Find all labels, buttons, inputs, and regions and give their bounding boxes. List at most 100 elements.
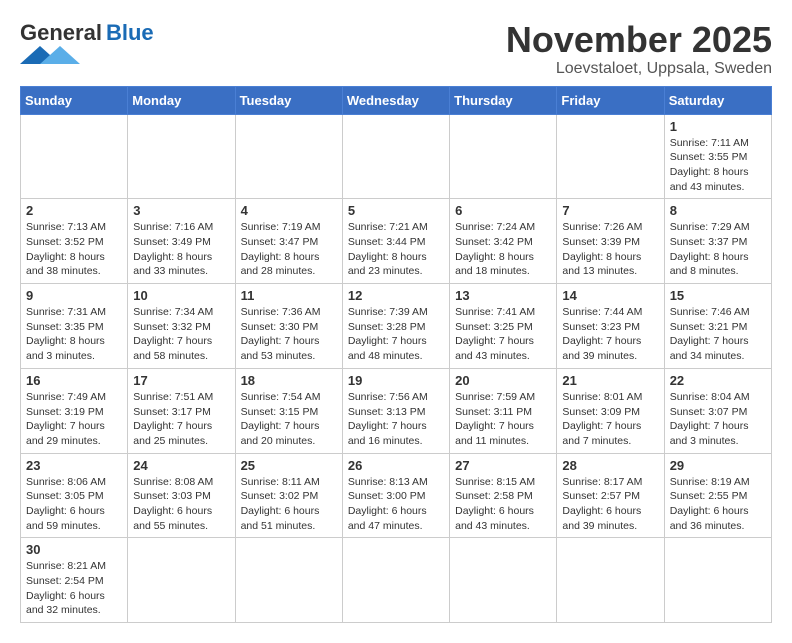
day-info: Sunrise: 8:15 AM Sunset: 2:58 PM Dayligh… [455,475,551,534]
calendar-day-header: Monday [128,86,235,114]
day-number: 10 [133,288,229,303]
day-info: Sunrise: 7:41 AM Sunset: 3:25 PM Dayligh… [455,305,551,364]
day-info: Sunrise: 7:59 AM Sunset: 3:11 PM Dayligh… [455,390,551,449]
day-info: Sunrise: 8:19 AM Sunset: 2:55 PM Dayligh… [670,475,766,534]
day-number: 5 [348,203,444,218]
location-title: Loevstaloet, Uppsala, Sweden [506,60,772,78]
day-number: 3 [133,203,229,218]
calendar-cell: 26Sunrise: 8:13 AM Sunset: 3:00 PM Dayli… [342,453,449,538]
calendar-day-header: Friday [557,86,664,114]
day-info: Sunrise: 7:24 AM Sunset: 3:42 PM Dayligh… [455,220,551,279]
calendar-cell [235,538,342,623]
logo-general-text: General [20,20,102,46]
calendar-cell: 11 Sunrise: 7:36 AM Sunset: 3:30 PM Dayli… [235,284,342,369]
calendar-cell: 13Sunrise: 7:41 AM Sunset: 3:25 PM Dayli… [450,284,557,369]
calendar-cell [128,114,235,199]
day-number: 25 [241,458,337,473]
day-info: Sunrise: 7:34 AM Sunset: 3:32 PM Dayligh… [133,305,229,364]
calendar-cell: 15Sunrise: 7:46 AM Sunset: 3:21 PM Dayli… [664,284,771,369]
calendar-cell: 22Sunrise: 8:04 AM Sunset: 3:07 PM Dayli… [664,368,771,453]
day-info: Sunrise: 8:21 AM Sunset: 2:54 PM Dayligh… [26,559,122,618]
day-number: 19 [348,373,444,388]
day-info: Sunrise: 7:56 AM Sunset: 3:13 PM Dayligh… [348,390,444,449]
calendar-week-row: 23 Sunrise: 8:06 AM Sunset: 3:05 PM Dayli… [21,453,772,538]
calendar-week-row: 1 Sunrise: 7:11 AM Sunset: 3:55 PM Daylig… [21,114,772,199]
day-number: 20 [455,373,551,388]
day-number: 21 [562,373,658,388]
calendar-cell: 25Sunrise: 8:11 AM Sunset: 3:02 PM Dayli… [235,453,342,538]
calendar-cell [450,114,557,199]
day-info: Sunrise: 7:39 AM Sunset: 3:28 PM Dayligh… [348,305,444,364]
day-info: Sunrise: 7:16 AM Sunset: 3:49 PM Dayligh… [133,220,229,279]
calendar-cell [450,538,557,623]
day-number: 14 [562,288,658,303]
calendar-day-header: Saturday [664,86,771,114]
calendar-table: SundayMondayTuesdayWednesdayThursdayFrid… [20,86,772,624]
calendar-cell: 23 Sunrise: 8:06 AM Sunset: 3:05 PM Dayli… [21,453,128,538]
day-number: 28 [562,458,658,473]
calendar-cell: 19 Sunrise: 7:56 AM Sunset: 3:13 PM Dayli… [342,368,449,453]
calendar-cell [235,114,342,199]
calendar-cell: 17 Sunrise: 7:51 AM Sunset: 3:17 PM Dayli… [128,368,235,453]
calendar-cell: 24Sunrise: 8:08 AM Sunset: 3:03 PM Dayli… [128,453,235,538]
calendar-cell [557,114,664,199]
calendar-cell: 30 Sunrise: 8:21 AM Sunset: 2:54 PM Dayli… [21,538,128,623]
day-info: Sunrise: 7:13 AM Sunset: 3:52 PM Dayligh… [26,220,122,279]
day-number: 9 [26,288,122,303]
calendar-cell: 2 Sunrise: 7:13 AM Sunset: 3:52 PM Daylig… [21,199,128,284]
day-number: 16 [26,373,122,388]
calendar-cell: 18 Sunrise: 7:54 AM Sunset: 3:15 PM Dayli… [235,368,342,453]
calendar-week-row: 2 Sunrise: 7:13 AM Sunset: 3:52 PM Daylig… [21,199,772,284]
day-number: 2 [26,203,122,218]
day-info: Sunrise: 7:51 AM Sunset: 3:17 PM Dayligh… [133,390,229,449]
day-info: Sunrise: 7:36 AM Sunset: 3:30 PM Dayligh… [241,305,337,364]
day-info: Sunrise: 7:31 AM Sunset: 3:35 PM Dayligh… [26,305,122,364]
day-number: 17 [133,373,229,388]
day-number: 26 [348,458,444,473]
calendar-cell [557,538,664,623]
day-number: 12 [348,288,444,303]
calendar-cell [664,538,771,623]
day-info: Sunrise: 8:04 AM Sunset: 3:07 PM Dayligh… [670,390,766,449]
calendar-header-row: SundayMondayTuesdayWednesdayThursdayFrid… [21,86,772,114]
calendar-day-header: Tuesday [235,86,342,114]
day-info: Sunrise: 8:06 AM Sunset: 3:05 PM Dayligh… [26,475,122,534]
day-number: 23 [26,458,122,473]
calendar-cell: 4Sunrise: 7:19 AM Sunset: 3:47 PM Daylig… [235,199,342,284]
day-info: Sunrise: 8:17 AM Sunset: 2:57 PM Dayligh… [562,475,658,534]
page-header: General Blue November 2025 Loevstaloet, … [20,20,772,78]
calendar-cell [342,114,449,199]
day-number: 6 [455,203,551,218]
calendar-cell: 8 Sunrise: 7:29 AM Sunset: 3:37 PM Daylig… [664,199,771,284]
logo: General Blue [20,20,154,64]
calendar-cell: 12 Sunrise: 7:39 AM Sunset: 3:28 PM Dayli… [342,284,449,369]
day-number: 11 [241,288,337,303]
calendar-cell: 9 Sunrise: 7:31 AM Sunset: 3:35 PM Daylig… [21,284,128,369]
day-number: 8 [670,203,766,218]
day-info: Sunrise: 7:29 AM Sunset: 3:37 PM Dayligh… [670,220,766,279]
calendar-cell: 21 Sunrise: 8:01 AM Sunset: 3:09 PM Dayli… [557,368,664,453]
calendar-cell [128,538,235,623]
day-info: Sunrise: 7:44 AM Sunset: 3:23 PM Dayligh… [562,305,658,364]
calendar-cell [342,538,449,623]
day-info: Sunrise: 7:54 AM Sunset: 3:15 PM Dayligh… [241,390,337,449]
logo-blue-text: Blue [106,20,154,46]
day-info: Sunrise: 7:11 AM Sunset: 3:55 PM Dayligh… [670,136,766,195]
calendar-cell: 28 Sunrise: 8:17 AM Sunset: 2:57 PM Dayli… [557,453,664,538]
day-info: Sunrise: 7:46 AM Sunset: 3:21 PM Dayligh… [670,305,766,364]
calendar-cell [21,114,128,199]
day-info: Sunrise: 8:01 AM Sunset: 3:09 PM Dayligh… [562,390,658,449]
month-title: November 2025 [506,20,772,60]
day-number: 18 [241,373,337,388]
day-number: 30 [26,542,122,557]
day-number: 1 [670,119,766,134]
calendar-day-header: Sunday [21,86,128,114]
day-number: 7 [562,203,658,218]
calendar-cell: 10 Sunrise: 7:34 AM Sunset: 3:32 PM Dayli… [128,284,235,369]
calendar-cell: 5Sunrise: 7:21 AM Sunset: 3:44 PM Daylig… [342,199,449,284]
day-info: Sunrise: 7:19 AM Sunset: 3:47 PM Dayligh… [241,220,337,279]
calendar-cell: 1 Sunrise: 7:11 AM Sunset: 3:55 PM Daylig… [664,114,771,199]
calendar-cell: 27Sunrise: 8:15 AM Sunset: 2:58 PM Dayli… [450,453,557,538]
day-number: 29 [670,458,766,473]
calendar-cell: 16Sunrise: 7:49 AM Sunset: 3:19 PM Dayli… [21,368,128,453]
